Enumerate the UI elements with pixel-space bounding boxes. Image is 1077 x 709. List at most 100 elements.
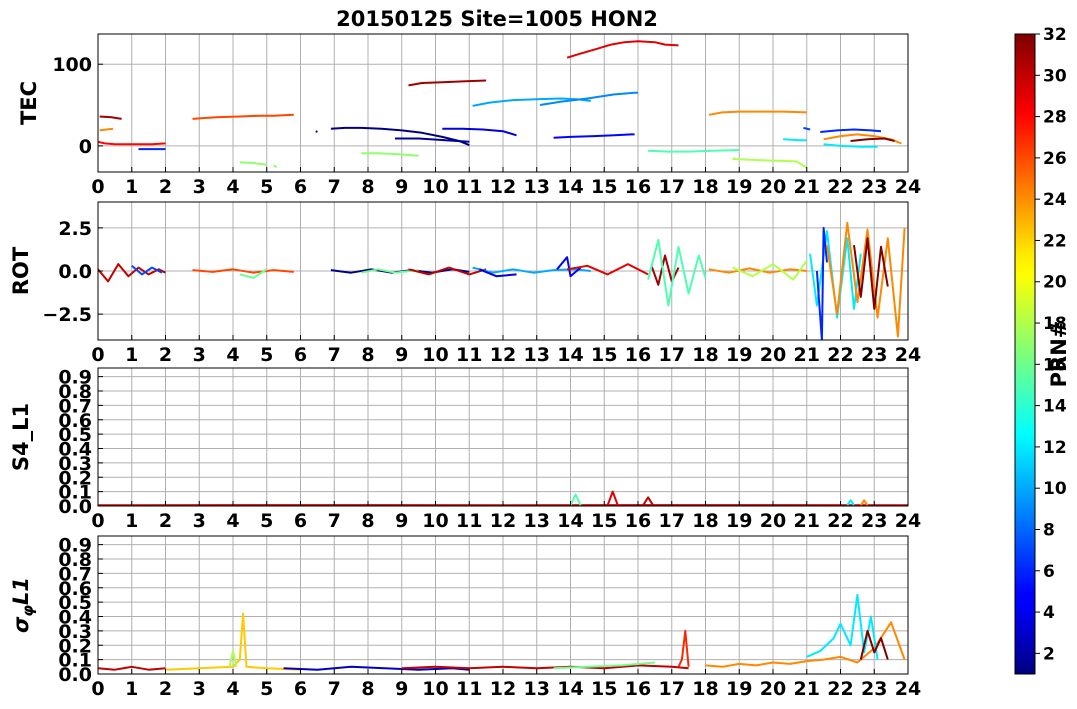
x-tick-label: 7 [328,510,341,532]
x-tick-label: 19 [726,678,752,700]
x-tick-label: 11 [456,344,482,366]
colorbar-tick-label: 32 [1043,25,1067,45]
colorbar-tick-label: 20 [1043,273,1067,293]
x-tick-label: 22 [827,176,853,198]
y-tick-label: 0.0 [58,261,92,283]
x-tick-label: 3 [193,678,206,700]
x-tick-label: 17 [659,344,685,366]
x-tick-label: 24 [895,510,921,532]
x-tick-label: 19 [726,176,752,198]
x-tick-label: 15 [591,344,617,366]
x-tick-label: 17 [659,510,685,532]
colorbar-tick-label: 30 [1043,66,1067,86]
x-tick-label: 21 [794,344,820,366]
x-tick-label: 8 [361,678,374,700]
x-tick-label: 1 [125,678,138,700]
x-tick-label: 24 [895,678,921,700]
colorbar-tick-label: 26 [1043,149,1067,169]
colorbar-label: PRN# [1047,321,1071,388]
x-tick-label: 10 [422,344,448,366]
x-tick-label: 8 [361,510,374,532]
y-axis-label: ROT [9,246,33,295]
x-tick-label: 21 [794,176,820,198]
panel-1: 0 1 2 3 4 5 6 7 8 9 10 11 12 13 14 15 16 17 18 19 20 21 22 23 24… [17,33,921,198]
x-tick-label: 14 [557,678,583,700]
panel-2: 0 1 2 3 4 5 6 7 8 9 10 11 12 13 14 15 16 17 18 19 20 21 22 23 24… [9,201,921,366]
colorbar-tick-label: 8 [1043,520,1055,540]
y-tick-label: 0.9 [58,535,92,557]
colorbar-tick-label: 22 [1043,231,1067,251]
x-tick-label: 23 [861,678,887,700]
x-tick-label: 20 [760,176,786,198]
x-tick-label: 17 [659,176,685,198]
x-tick-label: 14 [557,344,583,366]
colorbar-tick-label: 2 [1043,644,1055,664]
x-tick-label: 6 [294,344,307,366]
x-tick-label: 24 [895,344,921,366]
x-tick-label: 7 [328,176,341,198]
x-tick-label: 15 [591,678,617,700]
x-tick-label: 4 [226,176,239,198]
x-tick-label: 12 [490,678,516,700]
x-tick-label: 12 [490,344,516,366]
x-tick-label: 3 [193,344,206,366]
x-tick-label: 11 [456,510,482,532]
x-tick-label: 2 [159,510,172,532]
x-tick-label: 8 [361,176,374,198]
x-tick-label: 13 [524,510,550,532]
series-line-prn-3 [315,130,318,133]
x-tick-label: 5 [260,678,273,700]
x-tick-label: 5 [260,176,273,198]
x-tick-label: 10 [422,510,448,532]
colorbar: 2468101214161820222426283032 PRN# [1014,25,1071,675]
x-tick-label: 23 [861,176,887,198]
x-tick-label: 5 [260,510,273,532]
x-tick-label: 10 [422,176,448,198]
x-tick-label: 13 [524,176,550,198]
x-tick-label: 19 [726,510,752,532]
x-tick-label: 7 [328,678,341,700]
x-tick-label: 11 [456,678,482,700]
chart-title: 20150125 Site=1005 HON2 [336,7,658,31]
x-tick-label: 2 [159,344,172,366]
x-tick-label: 9 [395,678,408,700]
x-tick-label: 6 [294,510,307,532]
y-tick-label: 0 [79,136,92,158]
x-tick-label: 12 [490,176,516,198]
x-tick-label: 7 [328,344,341,366]
x-tick-label: 5 [260,344,273,366]
x-tick-label: 4 [226,344,239,366]
x-tick-label: 12 [490,510,516,532]
x-tick-label: 14 [557,176,583,198]
x-tick-label: 6 [294,176,307,198]
colorbar-tick-label: 14 [1043,397,1067,417]
colorbar-tick-label: 28 [1043,108,1067,128]
x-tick-label: 1 [125,510,138,532]
x-tick-label: 16 [625,176,651,198]
x-tick-label: 2 [159,678,172,700]
colorbar-tick-label: 4 [1043,603,1055,623]
x-tick-label: 19 [726,344,752,366]
x-tick-label: 1 [125,344,138,366]
x-tick-label: 18 [692,344,718,366]
x-tick-label: 18 [692,176,718,198]
figure: 20150125 Site=1005 HON2 0 1 2 3 4 5 6 7 8 9 10 11 12… [9,7,1071,700]
x-tick-label: 10 [422,678,448,700]
x-tick-label: 20 [760,678,786,700]
x-tick-label: 13 [524,678,550,700]
x-tick-label: 3 [193,176,206,198]
x-tick-label: 22 [827,510,853,532]
x-tick-label: 8 [361,344,374,366]
y-tick-label: −2.5 [42,304,92,326]
x-tick-label: 16 [625,510,651,532]
colorbar-gradient [1014,33,1036,675]
x-tick-label: 14 [557,510,583,532]
x-tick-label: 16 [625,344,651,366]
x-tick-label: 11 [456,176,482,198]
x-tick-label: 2 [159,176,172,198]
x-tick-label: 24 [895,176,921,198]
colorbar-tick-label: 10 [1043,479,1067,499]
x-tick-label: 23 [861,510,887,532]
x-tick-label: 13 [524,344,550,366]
x-tick-label: 17 [659,678,685,700]
